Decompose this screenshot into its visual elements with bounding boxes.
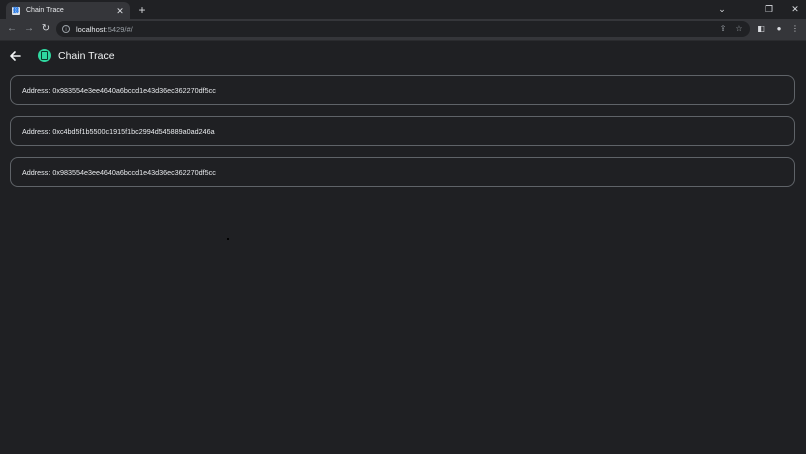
address-value: 0x983554e3ee4640a6bccd1e43d36ec362270df5… (52, 167, 216, 177)
page-title: Chain Trace (58, 50, 115, 62)
kebab-menu-icon[interactable]: ⋮ (790, 24, 800, 34)
tab-favicon-icon: ⛓ (12, 6, 20, 15)
close-window-icon[interactable]: ✕ (788, 3, 802, 15)
address-card[interactable]: Address: 0x983554e3ee4640a6bccd1e43d36ec… (10, 157, 795, 187)
restore-window-icon[interactable]: ❐ (762, 3, 776, 15)
address-label: Address: (22, 85, 51, 95)
chain-trace-logo-icon (38, 49, 51, 62)
url-host: localhost (76, 24, 106, 34)
new-tab-button[interactable]: + (136, 4, 148, 16)
address-card[interactable]: Address: 0x983554e3ee4640a6bccd1e43d36ec… (10, 75, 795, 105)
close-tab-icon[interactable]: ✕ (115, 6, 125, 16)
share-icon[interactable]: ⇪ (718, 24, 728, 34)
tab-chain-trace[interactable]: ⛓ Chain Trace ✕ (6, 2, 130, 19)
address-text: Address: 0x983554e3ee4640a6bccd1e43d36ec… (22, 86, 216, 95)
bookmark-star-icon[interactable]: ☆ (734, 24, 744, 34)
url-path: :5429/#/ (105, 24, 133, 34)
address-value: 0x983554e3ee4640a6bccd1e43d36ec362270df5… (52, 85, 216, 95)
back-arrow-icon[interactable] (9, 50, 21, 62)
browser-window: ⛓ Chain Trace ✕ + ⌄ ❐ ✕ ← → ↻ i localhos… (0, 0, 806, 454)
tab-search-icon[interactable]: ⌄ (715, 3, 729, 15)
address-label: Address: (22, 167, 51, 177)
tab-strip: ⛓ Chain Trace ✕ + ⌄ ❐ ✕ (0, 0, 806, 19)
tab-title: Chain Trace (26, 7, 64, 14)
site-info-icon[interactable]: i (62, 25, 70, 33)
forward-icon[interactable]: → (23, 23, 35, 35)
side-panel-icon[interactable]: ◧ (756, 24, 766, 34)
address-label: Address: (22, 126, 51, 136)
profile-icon[interactable]: ● (774, 24, 784, 34)
app-header: Chain Trace (0, 41, 806, 71)
reload-icon[interactable]: ↻ (40, 23, 52, 35)
address-text: Address: 0x983554e3ee4640a6bccd1e43d36ec… (22, 168, 216, 177)
browser-toolbar: ← → ↻ i localhost:5429/#/ ⇪ ☆ ◧ ● ⋮ (0, 19, 806, 41)
address-bar[interactable]: i localhost:5429/#/ ⇪ ☆ (56, 21, 750, 37)
url-text: localhost:5429/#/ (76, 25, 718, 34)
mouse-cursor (227, 238, 229, 240)
address-card[interactable]: Address: 0xc4bd5f1b5500c1915f1bc2994d545… (10, 116, 795, 146)
address-text: Address: 0xc4bd5f1b5500c1915f1bc2994d545… (22, 127, 215, 136)
back-icon[interactable]: ← (6, 23, 18, 35)
address-value: 0xc4bd5f1b5500c1915f1bc2994d545889a0ad24… (52, 126, 215, 136)
